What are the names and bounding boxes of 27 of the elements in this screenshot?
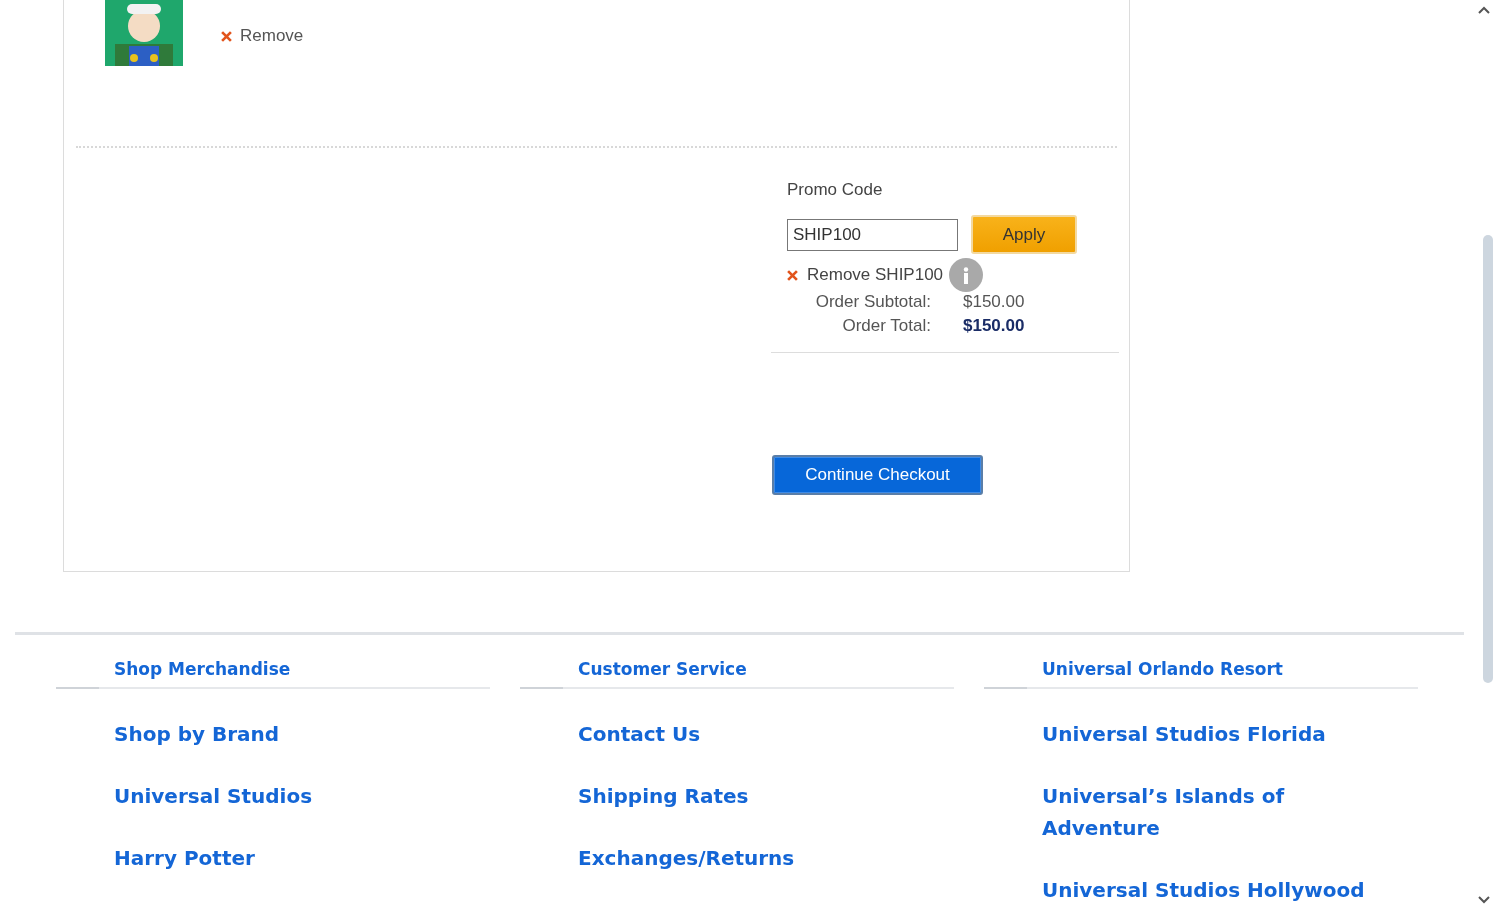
scroll-down-icon[interactable]	[1478, 896, 1490, 904]
total-label: Order Subtotal:	[814, 292, 931, 312]
footer-link[interactable]: Shipping Rates	[578, 780, 938, 812]
close-icon	[787, 269, 798, 281]
footer-link[interactable]: Universal Studios Hollywood	[1042, 874, 1402, 906]
footer-link[interactable]: Harry Potter	[114, 842, 474, 874]
footer-link[interactable]: Universal’s Islands of Adventure	[1042, 780, 1402, 844]
scrollbar-thumb[interactable]	[1483, 235, 1493, 683]
footer-heading: Universal Orlando Resort	[984, 635, 1418, 689]
continue-checkout-button[interactable]: Continue Checkout	[772, 455, 983, 495]
total-value: $150.00	[963, 316, 1026, 336]
total-label: Order Total:	[841, 316, 931, 336]
footer-link[interactable]: Contact Us	[578, 718, 938, 750]
footer-link[interactable]: Shop by Brand	[114, 718, 474, 750]
footer-heading: Shop Merchandise	[56, 635, 490, 689]
scroll-up-icon[interactable]	[1478, 6, 1490, 14]
apply-button[interactable]: Apply	[971, 215, 1077, 254]
footer-link[interactable]: Exchanges/Returns	[578, 842, 938, 874]
remove-promo-link[interactable]: Remove SHIP100	[787, 265, 944, 285]
footer-link[interactable]: Universal Studios Florida	[1042, 718, 1402, 750]
footer-heading: Customer Service	[520, 635, 954, 689]
footer-link[interactable]: Universal Studios	[114, 780, 474, 812]
close-icon	[221, 30, 232, 42]
remove-link[interactable]: Remove	[221, 26, 304, 46]
total-value: $150.00	[963, 292, 1026, 312]
promo-code-label: Promo Code	[787, 180, 884, 200]
promo-code-field[interactable]: SHIP100	[787, 218, 958, 251]
